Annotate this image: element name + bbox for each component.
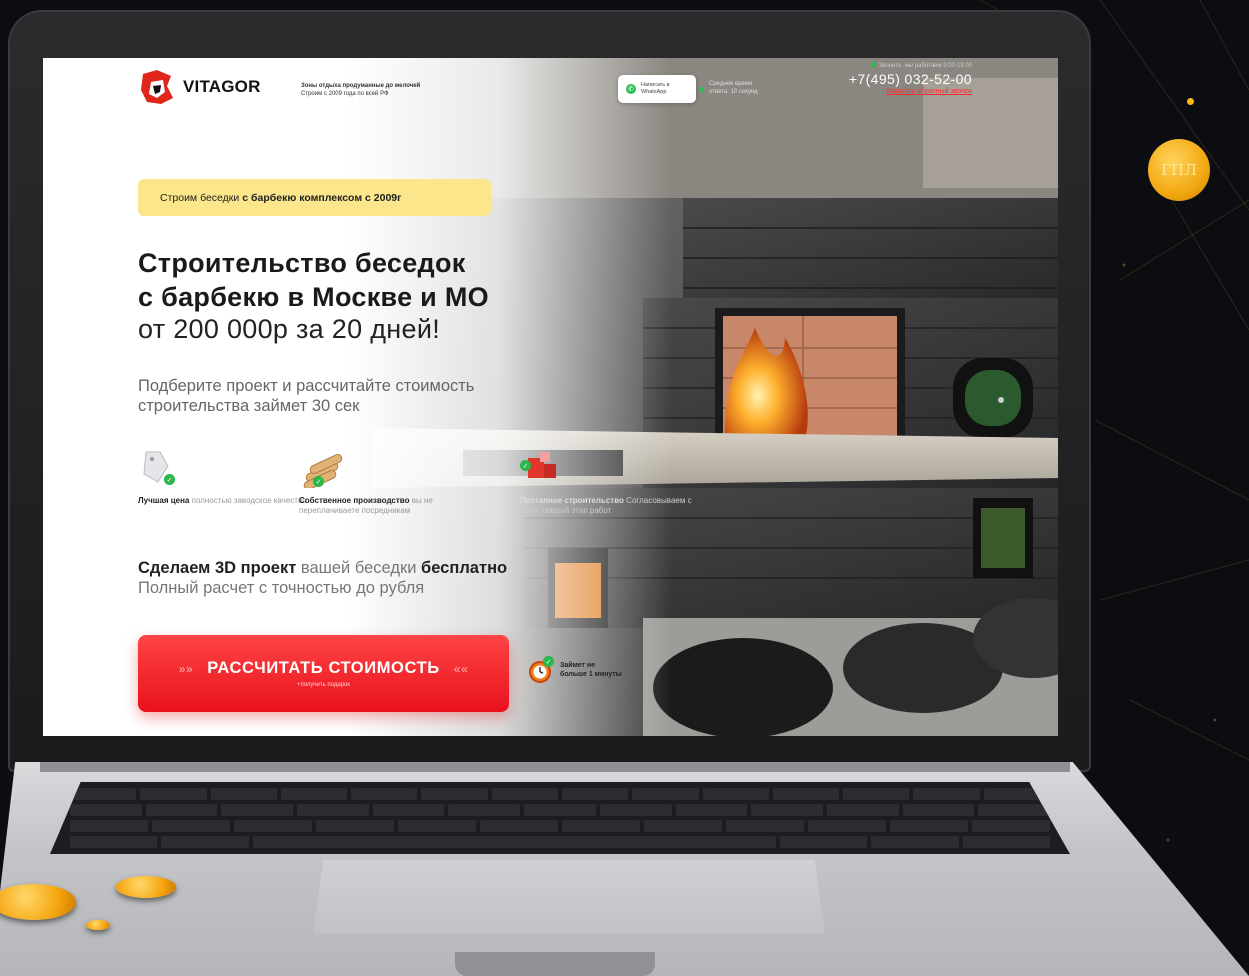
chevrons-left-icon: «« (453, 661, 469, 676)
lumber-icon: ✓ (299, 448, 347, 490)
laptop-hinge (40, 762, 1070, 772)
feature-item: ✓ Лучшая цена полностью заводское качест… (138, 448, 318, 506)
site-header: VITAGOR Зоны отдыха продуманные до мелоч… (43, 58, 1058, 118)
tagline-line2: Строим с 2009 года по всей РФ (301, 91, 389, 97)
working-hours: Звоните, мы работаем 9:00-19:00 (849, 62, 972, 69)
cta-sublabel: +получить подарок (296, 682, 351, 688)
coin-icon (116, 876, 176, 898)
online-dot-icon (699, 87, 704, 92)
price-tag-icon: ✓ (138, 448, 186, 488)
construction-icon: ✓ (520, 448, 568, 488)
site-logo[interactable]: VITAGOR (137, 68, 261, 106)
response-time-text: Среднее время ответа: 10 секунд (709, 81, 758, 95)
promo-badge: Строим беседки с барбекю комплексом с 200… (138, 179, 491, 216)
lion-logo-icon (137, 68, 175, 106)
brand-name: VITAGOR (183, 77, 261, 96)
page-subtitle: от 200 000р за 20 дней! (138, 314, 441, 344)
lead-text: Подберите проект и рассчитайте стоимость… (138, 377, 475, 415)
callback-link[interactable]: Заказать обратный звонок (849, 88, 972, 95)
whatsapp-label: Написать в WhatsApp (641, 82, 670, 95)
alarm-clock-icon: ✓ (528, 656, 554, 684)
response-time: Среднее время ответа: 10 секунд (699, 80, 758, 96)
check-icon: ✓ (543, 656, 554, 667)
laptop-trackpad (313, 860, 825, 934)
header-contacts: Звоните, мы работаем 9:00-19:00 +7(495) … (849, 62, 972, 95)
coin-icon: ГПЛ (1148, 139, 1210, 201)
calculate-cost-button[interactable]: »» РАССЧИТАТЬ СТОИМОСТЬ «« +получить под… (138, 635, 509, 712)
coin-icon (86, 920, 110, 930)
whatsapp-icon: ✆ (626, 84, 636, 94)
header-tagline: Зоны отдыха продуманные до мелочей Строи… (301, 82, 420, 98)
website-screen: VITAGOR Зоны отдыха продуманные до мелоч… (43, 58, 1058, 736)
decor-dot (1187, 98, 1194, 105)
check-icon: ✓ (313, 476, 324, 487)
tagline-line1: Зоны отдыха продуманные до мелочей (301, 83, 421, 89)
chevrons-right-icon: »» (178, 661, 194, 676)
laptop-keyboard (50, 782, 1070, 854)
check-icon: ✓ (520, 460, 531, 471)
cta-label: РАССЧИТАТЬ СТОИМОСТЬ (207, 659, 440, 677)
timer-note: ✓ Займет не больше 1 минуты (528, 656, 622, 684)
page-title: Строительство беседок с барбекю в Москве… (138, 248, 489, 312)
free-3d-offer: Сделаем 3D проект вашей беседки бесплатн… (138, 559, 508, 597)
feature-item: ✓ Собственное производство вы не перепла… (299, 448, 479, 516)
whatsapp-button[interactable]: ✆ Написать в WhatsApp (618, 75, 696, 103)
check-icon: ✓ (164, 474, 175, 485)
timer-text: Займет не больше 1 минуты (560, 662, 622, 678)
feature-item: ✓ Поэтапное строительство Согласовываем … (520, 448, 700, 516)
laptop-notch (455, 952, 655, 976)
phone-link[interactable]: +7(495) 032-52-00 (849, 71, 972, 87)
